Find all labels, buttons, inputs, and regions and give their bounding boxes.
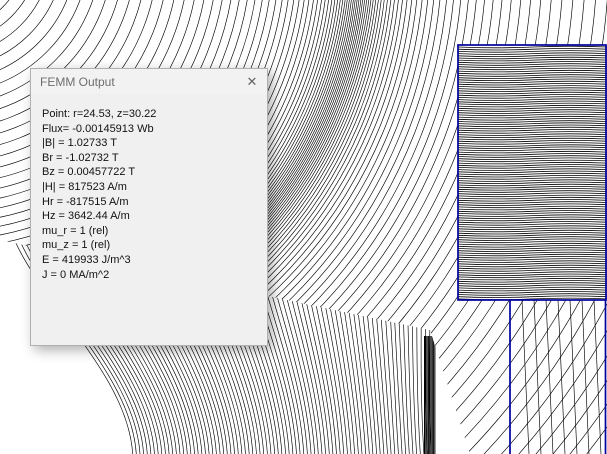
output-line-point: Point: r=24.53, z=30.22 xyxy=(42,108,157,120)
magnet-region xyxy=(457,45,607,301)
output-line-current: J = 0 MA/m^2 xyxy=(42,268,110,281)
output-line-mur: mu_r = 1 (rel) xyxy=(42,224,109,237)
output-line-energy: E = 419933 J/m^3 xyxy=(42,253,131,266)
close-icon[interactable]: ✕ xyxy=(237,69,267,94)
dialog-titlebar[interactable]: FEMM Output ✕ xyxy=(31,69,267,94)
dialog-body: Point: r=24.53, z=30.22 Flux= -0.0014591… xyxy=(31,94,267,282)
dialog-title: FEMM Output xyxy=(40,74,115,89)
output-line-hz: Hz = 3642.44 A/m xyxy=(42,210,130,223)
femm-app-window: { "dialog": { "title": "FEMM Output", "c… xyxy=(0,0,607,454)
output-line-hmag: |H| = 817523 A/m xyxy=(42,180,127,193)
output-line-bmag: |B| = 1.02733 T xyxy=(42,137,117,150)
flux-lines-bottom-right xyxy=(521,299,602,454)
output-line-bz: Bz = 0.00457722 T xyxy=(42,166,136,179)
output-line-br: Br = -1.02732 T xyxy=(42,151,119,164)
femm-output-dialog: FEMM Output ✕ Point: r=24.53, z=30.22 Fl… xyxy=(30,68,268,346)
output-line-muz: mu_z = 1 (rel) xyxy=(42,239,111,252)
output-line-hr: Hr = -817515 A/m xyxy=(42,195,129,208)
output-line-flux: Flux= -0.00145913 Wb xyxy=(42,122,154,135)
